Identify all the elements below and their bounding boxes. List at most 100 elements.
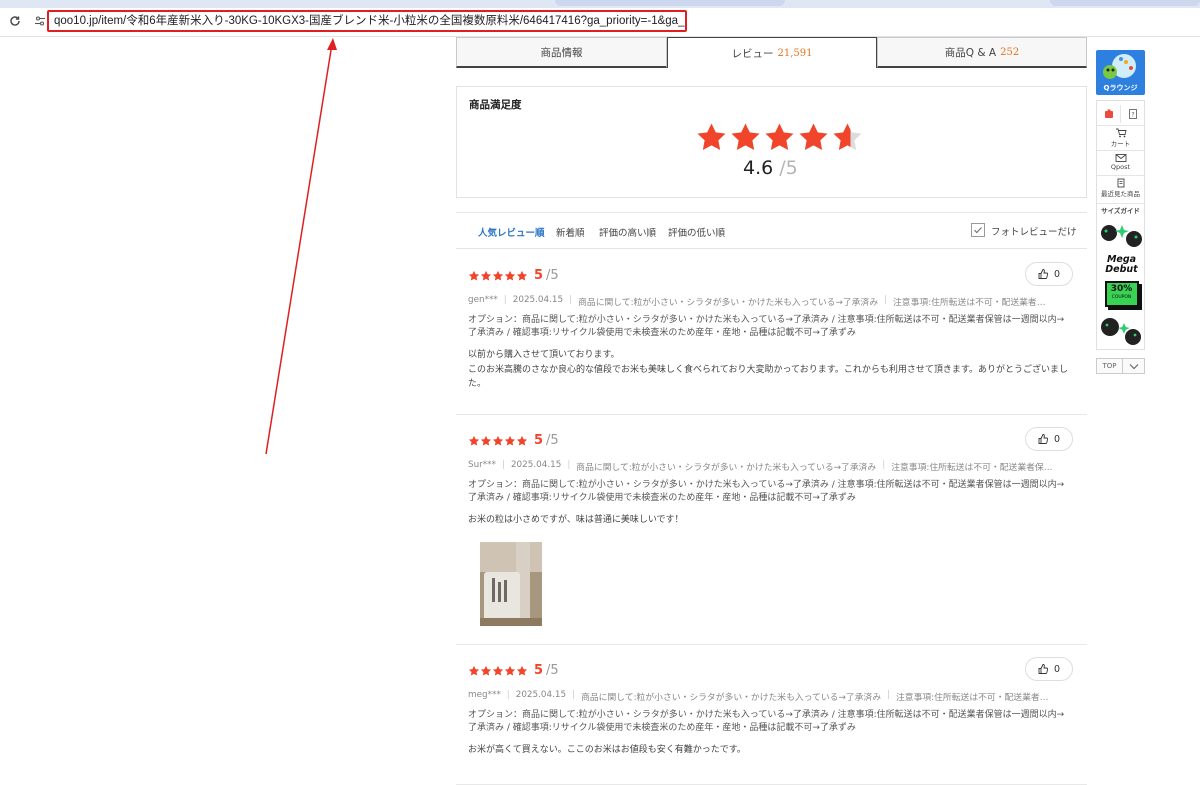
browser-tab[interactable]	[1050, 0, 1200, 6]
star-icon	[504, 665, 516, 676]
review-text-line: このお米高騰のさなか良心的な値段でお米も美味しく食べられており大変助かっておりま…	[468, 364, 1068, 375]
tab-product-info[interactable]: 商品情報	[456, 37, 667, 68]
photo-review-label: フォトレビューだけ	[991, 227, 1077, 238]
star-icon	[504, 270, 516, 281]
cart-icon	[1115, 128, 1127, 138]
tab-qa[interactable]: 商品Q & A 252	[877, 37, 1087, 68]
cart-label: カート	[1110, 140, 1131, 148]
qlounge-banner[interactable]: Qラウンジ	[1096, 50, 1145, 95]
review-date: 2025.04.15	[510, 460, 562, 470]
product-tabs: 商品情報 レビュー 21,591 商品Q & A 252	[456, 37, 1087, 68]
option-line: 了承済み / 確認事項:リサイクル袋使用で未検査米のため産年・産地・品種は記載不…	[468, 492, 856, 503]
sidebar-panel: ? カート Qpost 最近見た商品 サイズガイド Mega Debut 30%…	[1096, 100, 1145, 350]
option-line: オプション：商品に関して:粒が小さい・シラタが多い・かけた米も入っている→了承済…	[468, 480, 1065, 490]
reload-icon[interactable]	[6, 12, 24, 30]
thumbs-up-icon	[1038, 269, 1048, 279]
thumbs-up-icon	[1038, 434, 1048, 444]
review-date: 2025.04.15	[512, 295, 564, 305]
review-stars	[468, 665, 528, 677]
tab-reviews[interactable]: レビュー 21,591	[667, 37, 877, 68]
score-max: /5	[779, 157, 798, 179]
mega-debut-art	[1100, 219, 1143, 255]
star-icon	[765, 123, 794, 151]
star-icon	[516, 270, 528, 281]
coupon-label: COUPON	[1111, 295, 1132, 300]
star-icon	[492, 435, 504, 446]
review-item: 5 /5 0 Sur*** | 2025.04.15 | 商品に関して:粒が小さい・…	[456, 415, 1087, 645]
review-option-summary: 商品に関して:粒が小さい・シラタが多い・かけた米も入っている→了承済み	[578, 298, 879, 308]
sidebar-qpost[interactable]: Qpost	[1097, 150, 1144, 175]
recent-items-icon	[1117, 178, 1124, 188]
sidebar-cart[interactable]: カート	[1097, 125, 1144, 150]
satisfaction-score: 4.6/5	[743, 157, 798, 179]
photo-review-checkbox[interactable]	[971, 223, 985, 237]
tab-label: レビュー	[731, 47, 774, 60]
review-item: 5 /5 0 gen*** | 2025.04.15 | 商品に関して:粒が小さい・…	[456, 250, 1087, 415]
review-stars	[468, 435, 528, 447]
mega-debut-text: Debut	[1105, 264, 1138, 275]
browser-toolbar: qoo10.jp/item/令和6年産新米入り-30KG-10KGX3-国産ブレ…	[0, 8, 1200, 37]
thumbs-up-icon	[1038, 664, 1048, 674]
mega-debut-banner[interactable]: Mega Debut 30% COUPON	[1100, 219, 1143, 307]
score-value: 4.6	[743, 157, 774, 179]
reviewer-name: meg***	[468, 690, 501, 700]
star-icon	[492, 665, 504, 676]
star-icon	[504, 435, 516, 446]
review-photo[interactable]	[480, 542, 542, 626]
coupon-badge: 30% COUPON	[1104, 281, 1139, 307]
review-text-line: お米が高くて買えない。ここのお米はお値段も安く有難かったです。	[468, 745, 746, 755]
star-icon	[492, 270, 504, 281]
like-count: 0	[1053, 433, 1061, 445]
review-rating: 5 /5	[468, 433, 559, 448]
star-icon	[799, 123, 828, 151]
sort-highest[interactable]: 評価の高い順	[599, 225, 656, 239]
site-info-icon[interactable]	[32, 13, 48, 29]
mega-review-art	[1101, 318, 1141, 345]
sort-newest[interactable]: 新着順	[556, 225, 585, 239]
review-text: 以前から購入させて頂いております。 このお米高騰のさなか良心的な値段でお米も美味…	[468, 348, 1073, 392]
sidebar-recent[interactable]: 最近見た商品	[1097, 175, 1144, 202]
review-item: 5 /5 0 meg*** | 2025.04.15 | 商品に関して:粒が小さい・…	[456, 645, 1087, 785]
review-option: オプション：商品に関して:粒が小さい・シラタが多い・かけた米も入っている→了承済…	[468, 709, 1073, 734]
star-icon	[697, 123, 726, 151]
review-text: お米の粒は小さめですが、味は普通に美味しいです！	[468, 513, 1073, 528]
review-score: 5	[534, 433, 544, 448]
reviewer-name: gen***	[468, 295, 498, 305]
mail-icon	[1115, 154, 1126, 162]
browser-tab[interactable]	[555, 0, 785, 6]
coupon-icon[interactable]	[1097, 105, 1120, 123]
review-note-summary: 注意事項:住所転送は不可・配送業者保…	[891, 463, 1053, 473]
sidebar-size-guide[interactable]: サイズガイド	[1097, 203, 1144, 218]
star-icon	[480, 435, 492, 446]
review-note-summary: 注意事項:住所転送は不可・配送業者…	[895, 693, 1049, 703]
recent-label: 最近見た商品	[1101, 190, 1140, 198]
option-line: 了承済み / 確認事項:リサイクル袋使用で未検査米のため産年・産地・品種は記載不…	[468, 722, 856, 733]
star-icon	[480, 665, 492, 676]
review-note-summary: 注意事項:住所転送は不可・配送業者…	[893, 298, 1046, 308]
review-option-summary: 商品に関して:粒が小さい・シラタが多い・かけた米も入っている→了承済み	[576, 463, 877, 473]
satisfaction-title: 商品満足度	[469, 99, 522, 111]
review-score: 5	[534, 663, 544, 678]
tab-label: 商品情報	[540, 46, 583, 59]
star-icon	[516, 435, 528, 446]
option-line: オプション：商品に関して:粒が小さい・シラタが多い・かけた米も入っている→了承済…	[468, 315, 1065, 325]
scroll-down-button[interactable]	[1123, 358, 1145, 374]
scroll-top-button[interactable]: TOP	[1096, 358, 1123, 374]
like-count: 0	[1053, 663, 1061, 675]
option-line: 了承済み / 確認事項:リサイクル袋使用で未検査米のため産年・産地・品種は記載不…	[468, 327, 856, 338]
sort-popular[interactable]: 人気レビュー順	[478, 225, 545, 239]
mega-review-banner[interactable]	[1100, 313, 1143, 347]
star-icon	[468, 270, 480, 281]
help-icon[interactable]: ?	[1120, 105, 1144, 123]
review-text-line: 以前から購入させて頂いております。	[468, 350, 620, 360]
star-icon	[468, 435, 480, 446]
like-button[interactable]: 0	[1025, 262, 1073, 286]
review-sort-bar: 人気レビュー順 新着順 評価の高い順 評価の低い順 フォトレビューだけ	[456, 212, 1087, 249]
address-bar[interactable]: qoo10.jp/item/令和6年産新米入り-30KG-10KGX3-国産ブレ…	[47, 10, 687, 32]
review-score: 5	[534, 268, 544, 283]
like-button[interactable]: 0	[1025, 427, 1073, 451]
star-icon	[833, 123, 862, 151]
review-text-line: た。	[468, 379, 487, 389]
like-button[interactable]: 0	[1025, 657, 1073, 681]
sort-lowest[interactable]: 評価の低い順	[668, 225, 725, 239]
